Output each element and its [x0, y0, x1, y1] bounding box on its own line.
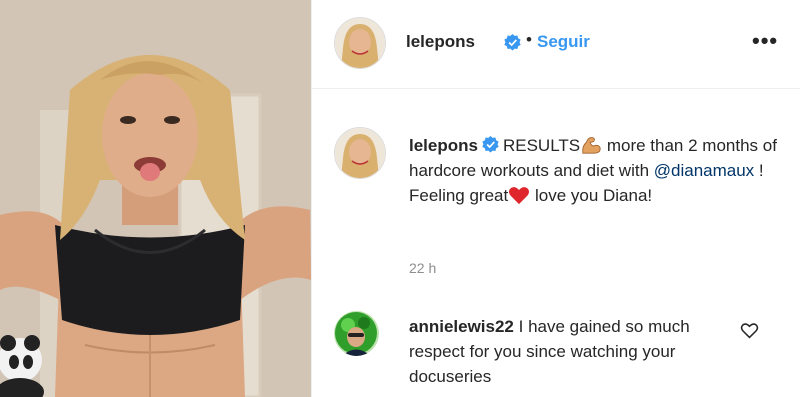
verified-badge-icon: [482, 136, 499, 153]
post-photo-illustration: [0, 0, 311, 397]
more-options-icon[interactable]: •••: [752, 28, 778, 54]
comment: annielewis22 I have gained so much respe…: [409, 314, 709, 389]
caption-username[interactable]: lelepons: [409, 136, 478, 155]
author-username[interactable]: lelepons: [406, 32, 475, 52]
comment-username[interactable]: annielewis22: [409, 317, 514, 336]
author-avatar[interactable]: [334, 17, 386, 69]
post-photo[interactable]: [0, 0, 311, 397]
post-timestamp[interactable]: 22 h: [409, 260, 436, 276]
flexed-biceps-emoji: [582, 137, 601, 154]
verified-badge-icon: [504, 34, 521, 51]
caption-author-avatar[interactable]: [334, 127, 386, 179]
post-header: lelepons • Seguir •••: [312, 0, 800, 89]
heart-outline-icon[interactable]: [740, 322, 759, 339]
red-heart-emoji: [509, 187, 530, 205]
caption-text-part4: love you Diana!: [530, 186, 653, 205]
follow-button[interactable]: Seguir: [537, 32, 590, 52]
commenter-avatar[interactable]: [334, 311, 379, 356]
header-separator: •: [526, 30, 532, 49]
caption-text-part1: RESULTS: [502, 136, 581, 155]
post-caption: lelepons RESULTS more than 2 months of h…: [409, 133, 779, 208]
caption-mention-link[interactable]: @dianamaux: [654, 161, 754, 180]
post-info-panel: lelepons • Seguir ••• lelepons RESULTS m…: [312, 0, 800, 397]
